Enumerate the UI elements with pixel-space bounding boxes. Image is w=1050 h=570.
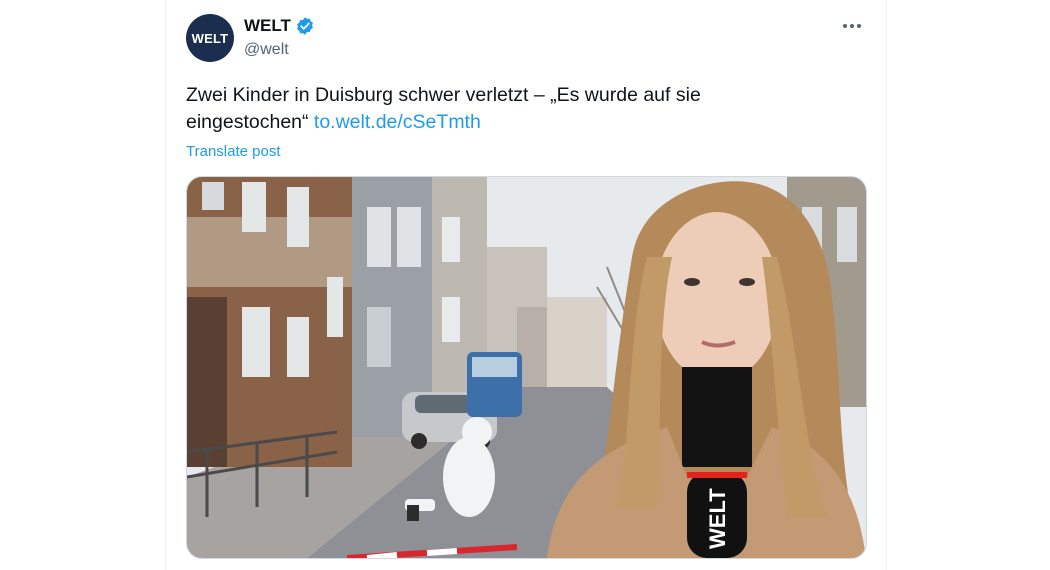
avatar-logo-text: WELT [191,30,229,46]
post-text: Zwei Kinder in Duisburg schwer verletzt … [186,82,826,136]
microphone-logo-text: WELT [705,488,730,549]
verified-badge-icon [296,17,313,35]
post-media-image[interactable]: WELT [186,176,867,559]
display-name[interactable]: WELT [244,16,291,36]
user-handle[interactable]: @welt [244,41,289,59]
post-card[interactable]: WELT WELT @welt Zwei Kinder in Duisburg … [165,0,887,570]
avatar[interactable]: WELT [186,14,234,62]
translate-post-link[interactable]: Translate post [186,143,281,160]
news-photo: WELT [187,177,866,558]
post-link[interactable]: to.welt.de/cSeTmth [314,111,481,133]
author-row: WELT [244,16,315,36]
more-options-icon[interactable] [838,14,866,38]
